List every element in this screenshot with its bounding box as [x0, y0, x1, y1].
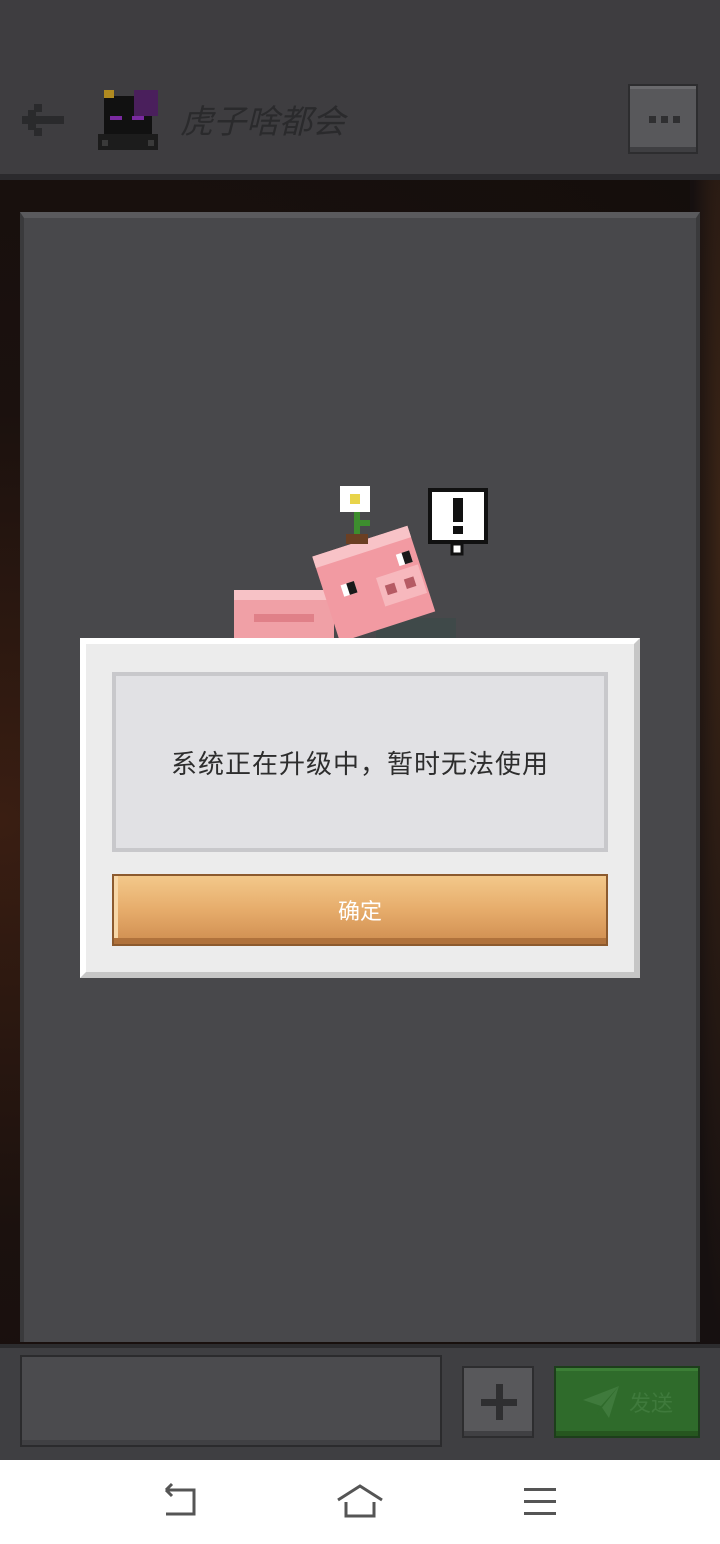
nav-back-button[interactable] [150, 1478, 210, 1526]
nav-menu-icon [524, 1488, 556, 1515]
more-options-button[interactable] [628, 84, 698, 154]
back-button[interactable] [14, 92, 74, 148]
nav-menu-button[interactable] [510, 1478, 570, 1526]
message-input[interactable] [20, 1355, 442, 1447]
arrow-left-icon [22, 104, 64, 136]
avatar[interactable] [94, 88, 162, 152]
more-dots-icon [649, 116, 656, 123]
pig-illustration [226, 478, 496, 644]
dialog-message: 系统正在升级中，暂时无法使用 [170, 749, 549, 780]
confirm-button-label: 确定 [337, 900, 382, 925]
more-dots-icon [661, 116, 668, 123]
chat-title: 虎子啥都会 [180, 102, 345, 141]
paper-plane-icon [582, 1386, 619, 1418]
enderman-avatar-icon [94, 88, 162, 152]
nav-home-icon [337, 1484, 383, 1518]
send-button[interactable]: 发送 [554, 1366, 700, 1438]
nav-back-icon [164, 1482, 196, 1516]
pig-with-flower-icon [234, 486, 488, 644]
nav-home-button[interactable] [330, 1478, 390, 1526]
send-button-label: 发送 [628, 1392, 673, 1417]
add-attachment-button[interactable] [462, 1366, 534, 1438]
confirm-button[interactable]: 确定 [112, 874, 608, 946]
plus-icon [496, 1384, 503, 1420]
header-divider [0, 174, 720, 180]
dialog-message-box: 系统正在升级中，暂时无法使用 [112, 672, 608, 852]
more-dots-icon [673, 116, 680, 123]
